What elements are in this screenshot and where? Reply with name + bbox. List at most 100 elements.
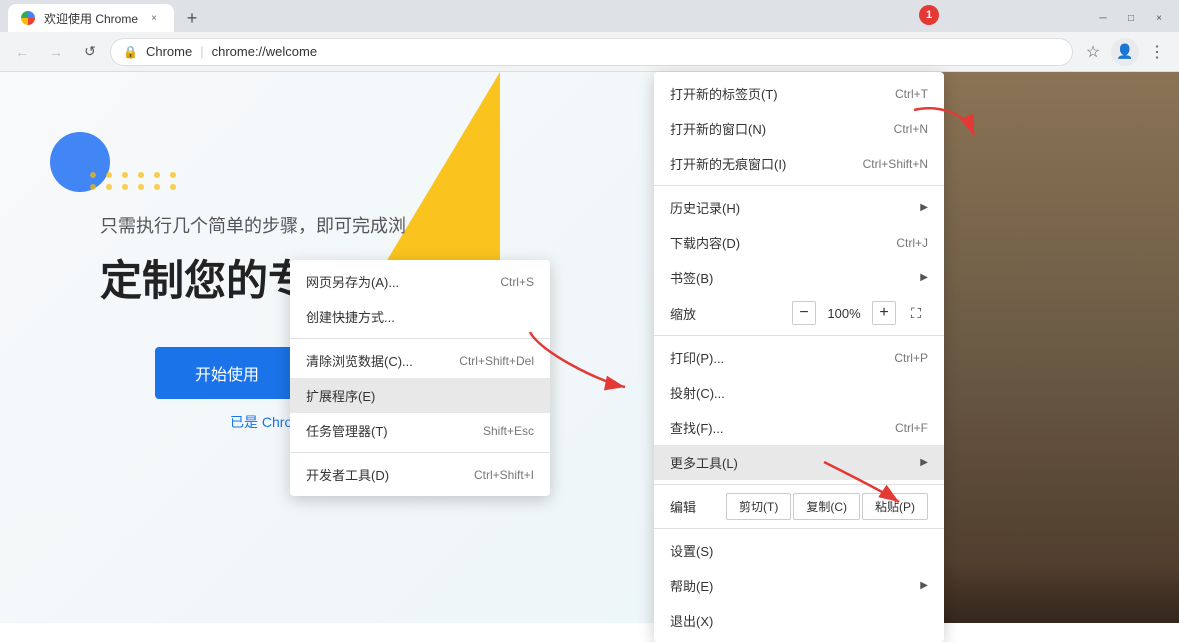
menu-shortcut-4: Ctrl+J	[896, 236, 928, 250]
window-controls: ─ □ ×	[1091, 6, 1171, 30]
menu-item-3[interactable]: 历史记录(H) ▶	[654, 190, 944, 225]
submenu-item-1[interactable]: 创建快捷方式...	[290, 299, 550, 334]
menu-divider-top	[654, 185, 944, 186]
menu-item-label-4: 下载内容(D)	[670, 233, 896, 252]
menu-item-9[interactable]: 查找(F)... Ctrl+F	[654, 410, 944, 445]
zoom-value: 100%	[824, 306, 864, 321]
menu-item-label-7: 打印(P)...	[670, 348, 894, 367]
badge-1: 1	[919, 5, 939, 25]
menu-arrow-5: ▶	[920, 272, 928, 283]
deco-dots	[90, 172, 180, 190]
menu-shortcut-2: Ctrl+Shift+N	[863, 157, 928, 171]
menu-item-4[interactable]: 下载内容(D) Ctrl+J	[654, 225, 944, 260]
main-menu: 打开新的标签页(T) Ctrl+T 打开新的窗口(N) Ctrl+N 打开新的无…	[654, 72, 944, 642]
menu-item-label-5: 书签(B)	[670, 268, 912, 287]
submenu-label-0: 网页另存为(A)...	[306, 272, 500, 291]
zoom-out-button[interactable]: −	[792, 301, 816, 325]
menu-item-1[interactable]: 打开新的窗口(N) Ctrl+N	[654, 111, 944, 146]
submenu-shortcut-0: Ctrl+S	[500, 275, 534, 289]
back-button[interactable]: ←	[8, 38, 36, 66]
url-bar[interactable]: 🔒 Chrome | chrome://welcome	[110, 38, 1073, 66]
secure-icon: 🔒	[123, 45, 138, 59]
menu-shortcut-9: Ctrl+F	[895, 421, 928, 435]
menu-divider-zoom	[654, 335, 944, 336]
chrome-logo	[21, 11, 35, 25]
url-address: chrome://welcome	[212, 44, 317, 59]
submenu-item-4[interactable]: 扩展程序(E)	[290, 378, 550, 413]
menu-arrow-3: ▶	[920, 202, 928, 213]
menu-item-label-1: 打开新的窗口(N)	[670, 119, 894, 138]
zoom-label: 缩放	[670, 304, 784, 323]
submenu-label-7: 开发者工具(D)	[306, 465, 474, 484]
menu-button[interactable]: ⋮	[1143, 38, 1171, 66]
submenu-item-3[interactable]: 清除浏览数据(C)... Ctrl+Shift+Del	[290, 343, 550, 378]
menu-item-label-3: 历史记录(H)	[670, 198, 912, 217]
submenu-shortcut-7: Ctrl+Shift+I	[474, 468, 534, 482]
menu-shortcut-0: Ctrl+T	[895, 87, 928, 101]
submenu-shortcut-3: Ctrl+Shift+Del	[459, 354, 534, 368]
edit-row: 编辑 剪切(T) 复制(C) 粘贴(P)	[654, 489, 944, 524]
menu-arrow-13: ▶	[920, 580, 928, 591]
menu-item-label-0: 打开新的标签页(T)	[670, 84, 895, 103]
start-button[interactable]: 开始使用	[155, 347, 299, 399]
maximize-button[interactable]: □	[1119, 6, 1143, 30]
menu-item-10[interactable]: 更多工具(L) ▶	[654, 445, 944, 480]
cut-button[interactable]: 剪切(T)	[726, 493, 791, 520]
menu-item-label-10: 更多工具(L)	[670, 453, 912, 472]
menu-item-2[interactable]: 打开新的无痕窗口(I) Ctrl+Shift+N	[654, 146, 944, 181]
submenu-divider-6	[290, 452, 550, 453]
menu-divider-after-edit	[654, 528, 944, 529]
new-tab-button[interactable]: +	[178, 4, 206, 32]
menu-shortcut-1: Ctrl+N	[894, 122, 928, 136]
menu-item-8[interactable]: 投射(C)...	[654, 375, 944, 410]
fullscreen-button[interactable]: ⛶	[904, 301, 928, 325]
menu-item-14[interactable]: 退出(X)	[654, 603, 944, 638]
url-separator: |	[200, 44, 203, 59]
deco-triangle	[380, 72, 500, 272]
profile-icon[interactable]: 👤	[1111, 38, 1139, 66]
menu-item-7[interactable]: 打印(P)... Ctrl+P	[654, 340, 944, 375]
bookmark-icon[interactable]: ☆	[1079, 38, 1107, 66]
edit-label: 编辑	[670, 497, 724, 516]
url-brand: Chrome	[146, 44, 192, 59]
zoom-row: 缩放 − 100% + ⛶	[654, 295, 944, 331]
submenu-label-3: 清除浏览数据(C)...	[306, 351, 459, 370]
menu-item-label-14: 退出(X)	[670, 611, 928, 630]
menu-arrow-10: ▶	[920, 457, 928, 468]
submenu-shortcut-5: Shift+Esc	[483, 424, 534, 438]
address-bar: ← → ↺ 🔒 Chrome | chrome://welcome ☆ 👤 ⋮	[0, 32, 1179, 72]
menu-item-label-12: 设置(S)	[670, 541, 928, 560]
menu-item-13[interactable]: 帮助(E) ▶	[654, 568, 944, 603]
tab-close-button[interactable]: ×	[146, 10, 162, 26]
menu-item-0[interactable]: 打开新的标签页(T) Ctrl+T	[654, 76, 944, 111]
tab-strip: 欢迎使用 Chrome × +	[8, 0, 206, 32]
submenu-item-7[interactable]: 开发者工具(D) Ctrl+Shift+I	[290, 457, 550, 492]
submenu-item-5[interactable]: 任务管理器(T) Shift+Esc	[290, 413, 550, 448]
tab-favicon	[20, 10, 36, 26]
submenu: 网页另存为(A)... Ctrl+S 创建快捷方式... 清除浏览数据(C)..…	[290, 260, 550, 496]
toolbar-icons: ☆ 👤 ⋮	[1079, 38, 1171, 66]
menu-item-label-2: 打开新的无痕窗口(I)	[670, 154, 863, 173]
menu-item-label-9: 查找(F)...	[670, 418, 895, 437]
page-content: 只需执行几个简单的步骤，即可完成浏 定制您的专属 Ch 开始使用 已是 Chro…	[0, 72, 1179, 623]
title-bar: 欢迎使用 Chrome × + ─ □ × 1	[0, 0, 1179, 32]
zoom-in-button[interactable]: +	[872, 301, 896, 325]
copy-button[interactable]: 复制(C)	[793, 493, 860, 520]
menu-divider-edit	[654, 484, 944, 485]
close-button[interactable]: ×	[1147, 6, 1171, 30]
menu-item-label-13: 帮助(E)	[670, 576, 912, 595]
minimize-button[interactable]: ─	[1091, 6, 1115, 30]
menu-item-12[interactable]: 设置(S)	[654, 533, 944, 568]
menu-item-5[interactable]: 书签(B) ▶	[654, 260, 944, 295]
paste-button[interactable]: 粘贴(P)	[862, 493, 928, 520]
submenu-label-5: 任务管理器(T)	[306, 421, 483, 440]
page-subtitle: 只需执行几个简单的步骤，即可完成浏	[100, 212, 406, 238]
submenu-label-4: 扩展程序(E)	[306, 386, 534, 405]
tab-title: 欢迎使用 Chrome	[44, 10, 138, 27]
refresh-button[interactable]: ↺	[76, 38, 104, 66]
menu-shortcut-7: Ctrl+P	[894, 351, 928, 365]
forward-button[interactable]: →	[42, 38, 70, 66]
submenu-label-1: 创建快捷方式...	[306, 307, 534, 326]
submenu-item-0[interactable]: 网页另存为(A)... Ctrl+S	[290, 264, 550, 299]
active-tab[interactable]: 欢迎使用 Chrome ×	[8, 4, 174, 32]
